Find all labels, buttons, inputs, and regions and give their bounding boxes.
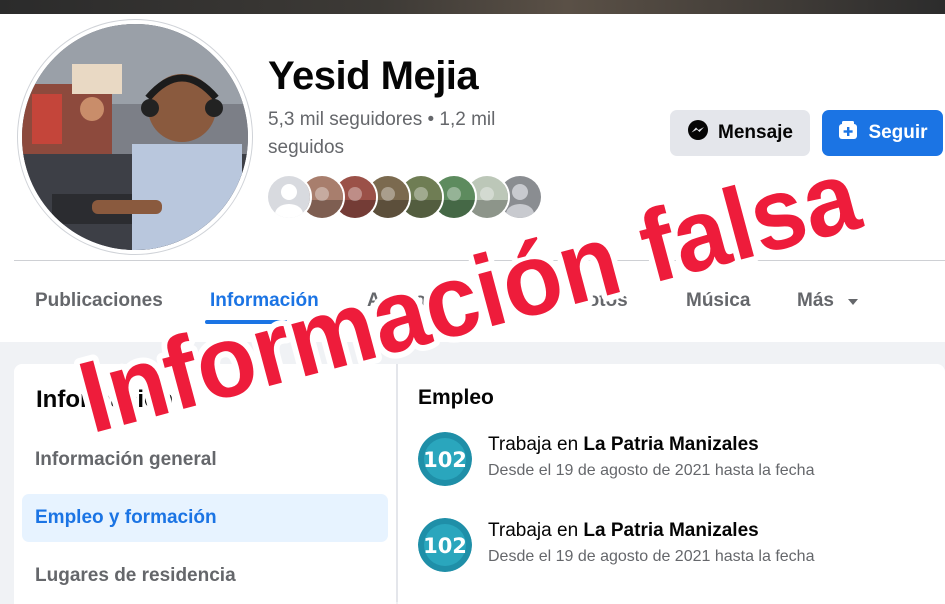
job-prefix: Trabaja en (488, 520, 584, 541)
profile-name: Yesid Mejia (268, 54, 479, 98)
message-label: Mensaje (718, 122, 793, 143)
job-prefix: Trabaja en (488, 434, 584, 455)
job-entry[interactable]: 102 Trabaja en La Patria Manizales Desde… (418, 432, 928, 492)
radio-logo-icon[interactable]: 102 (418, 518, 472, 572)
about-sidebar: Información Información general Empleo y… (14, 364, 396, 604)
follow-plus-icon (837, 119, 859, 147)
job-title: Trabaja en La Patria Manizales (488, 520, 759, 542)
tab-mas[interactable]: Más (797, 290, 859, 312)
tab-informacion[interactable]: Información (210, 290, 319, 312)
tab-fotos[interactable]: Fotos (576, 290, 628, 312)
friend-avatar[interactable] (266, 174, 312, 220)
header-divider (14, 260, 945, 261)
job-dates: Desde el 19 de agosto de 2021 hasta la f… (488, 548, 815, 565)
tab-musica[interactable]: Música (686, 290, 750, 312)
caret-down-icon (847, 290, 859, 312)
active-tab-indicator (205, 320, 335, 324)
job-company-link[interactable]: La Patria Manizales (583, 434, 758, 455)
job-entry[interactable]: 102 Trabaja en La Patria Manizales Desde… (418, 518, 928, 578)
tab-publicaciones[interactable]: Publicaciones (35, 290, 163, 312)
job-title: Trabaja en La Patria Manizales (488, 434, 759, 456)
follower-stats[interactable]: 5,3 mil seguidores • 1,2 mil seguidos (268, 106, 568, 162)
cover-photo-edge (0, 0, 945, 14)
employment-panel: Empleo 102 Trabaja en La Patria Manizale… (398, 364, 945, 604)
message-button[interactable]: Mensaje (670, 110, 810, 156)
sidebar-item-general[interactable]: Información general (22, 436, 388, 484)
profile-header: Yesid Mejia 5,3 mil seguidores • 1,2 mil… (0, 14, 945, 342)
sidebar-item-work-education[interactable]: Empleo y formación (22, 494, 388, 542)
tab-amigos[interactable]: Amigos (367, 290, 437, 312)
sidebar-item-places[interactable]: Lugares de residencia (22, 552, 388, 600)
section-title-employment: Empleo (418, 386, 494, 409)
radio-logo-icon[interactable]: 102 (418, 432, 472, 486)
profile-avatar[interactable] (18, 20, 252, 254)
radio-logo-text: 102 (423, 534, 467, 558)
tab-mas-label: Más (797, 290, 834, 312)
profile-tabs: Publicaciones Información Amigos Fotos M… (0, 276, 945, 328)
follow-button[interactable]: Seguir (822, 110, 943, 156)
follow-label: Seguir (868, 122, 928, 143)
job-dates: Desde el 19 de agosto de 2021 hasta la f… (488, 462, 815, 479)
messenger-icon (687, 119, 709, 147)
job-company-link[interactable]: La Patria Manizales (583, 520, 758, 541)
radio-logo-text: 102 (423, 448, 467, 472)
sidebar-title: Información (36, 386, 174, 413)
